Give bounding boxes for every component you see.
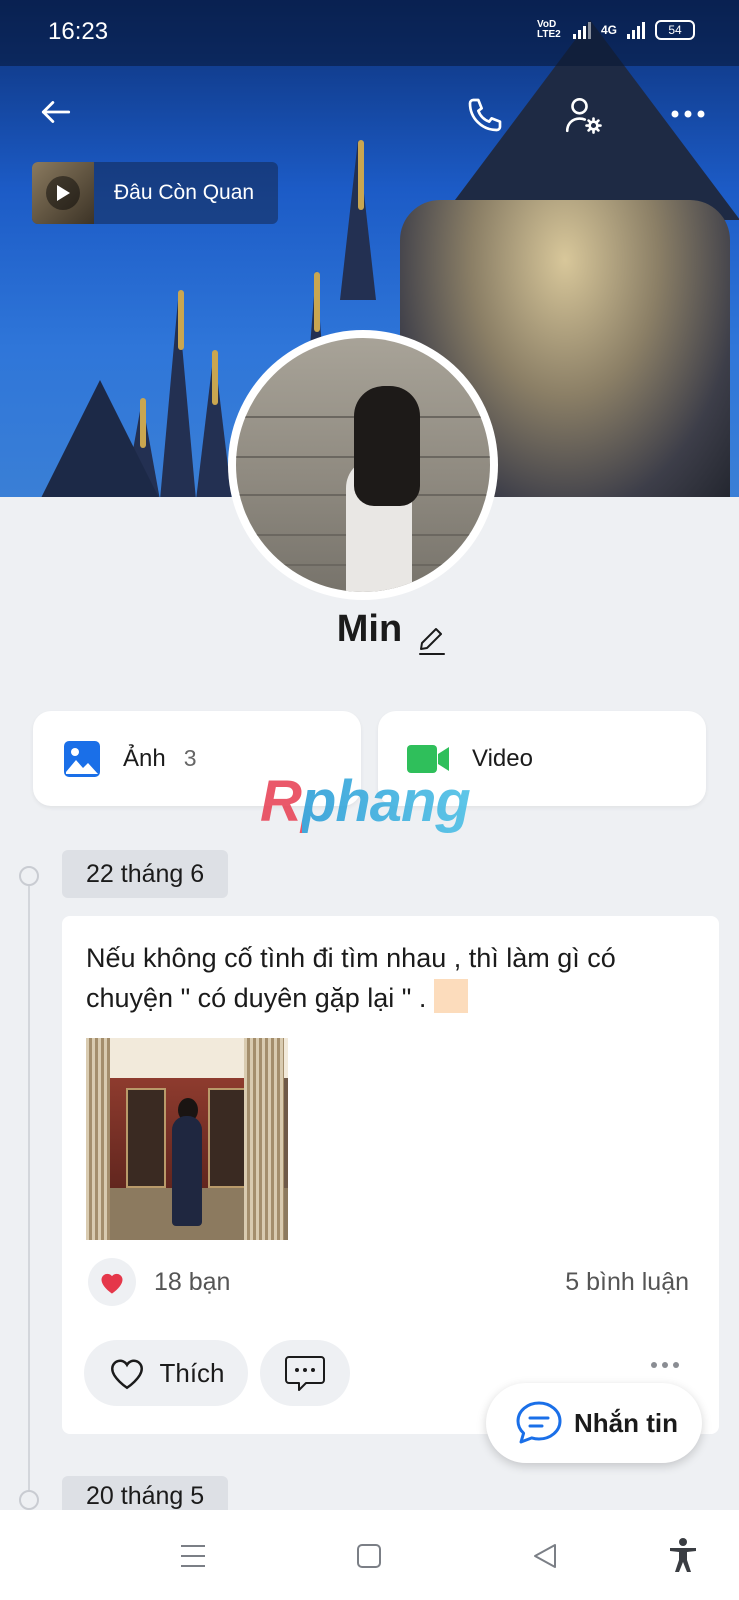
system-nav-bar — [0, 1510, 739, 1600]
spire-light — [314, 272, 320, 332]
play-icon — [46, 176, 80, 210]
spire-light — [358, 140, 364, 210]
post-text-content: Nếu không cố tình đi tìm nhau , thì làm … — [86, 943, 616, 1013]
post-text: Nếu không cố tình đi tìm nhau , thì làm … — [86, 938, 686, 1018]
home-button[interactable] — [346, 1536, 392, 1576]
post-options-button[interactable] — [651, 1362, 679, 1368]
signal-icon — [572, 21, 591, 39]
timeline-dot — [19, 866, 39, 886]
like-count[interactable]: 18 bạn — [154, 1268, 230, 1297]
reaction-badge[interactable] — [88, 1258, 136, 1306]
accessibility-button[interactable] — [660, 1532, 706, 1578]
comment-bubble-icon — [285, 1356, 325, 1391]
timeline-dot — [19, 1490, 39, 1510]
heart-filled-icon — [101, 1273, 123, 1294]
back-button[interactable] — [34, 90, 78, 134]
photo-elevator-door — [208, 1088, 248, 1188]
emoji-placeholder-icon — [433, 979, 468, 1013]
phone-icon — [468, 98, 502, 132]
volte-label: VoD LTE2 — [536, 19, 561, 40]
send-message-label: Nhắn tin — [574, 1407, 678, 1438]
edit-name-button[interactable] — [418, 626, 446, 661]
photos-count: 3 — [183, 745, 197, 771]
status-time: 16:23 — [48, 18, 109, 45]
battery-level: 54 — [668, 23, 682, 37]
network-label: 4G — [600, 23, 617, 37]
status-bar: 16:23 VoD LTE2 4G 54 — [0, 0, 739, 66]
status-icons: VoD LTE2 4G 54 — [537, 20, 695, 40]
comment-count[interactable]: 5 bình luận — [565, 1268, 689, 1297]
profile-settings-button[interactable] — [560, 92, 606, 138]
battery-icon: 54 — [655, 20, 695, 40]
photo-person — [172, 1116, 202, 1226]
comment-button[interactable] — [260, 1340, 350, 1406]
send-message-button[interactable]: Nhắn tin — [486, 1383, 702, 1463]
profile-music[interactable]: Đâu Còn Quan — [32, 162, 278, 224]
like-button[interactable]: Thích — [84, 1340, 248, 1406]
heart-outline-icon — [111, 1359, 144, 1390]
profile-name: Min — [336, 608, 403, 650]
music-thumbnail — [32, 162, 94, 224]
timeline-line — [28, 876, 30, 1496]
spire-light — [178, 290, 184, 350]
square-icon — [357, 1544, 381, 1568]
music-title: Đâu Còn Quan — [114, 181, 255, 204]
call-button[interactable] — [462, 92, 508, 138]
date-chip: 22 tháng 6 — [62, 850, 229, 898]
avatar[interactable] — [236, 338, 490, 592]
menu-icon — [181, 1545, 205, 1567]
like-button-label: Thích — [159, 1357, 225, 1388]
avatar-figure-hair — [354, 386, 420, 506]
pencil-icon — [419, 628, 445, 655]
post-card[interactable]: Nếu không cố tình đi tìm nhau , thì làm … — [62, 916, 719, 1434]
recent-apps-button[interactable] — [170, 1536, 216, 1576]
castle-roof-left — [40, 380, 160, 497]
more-horizontal-icon — [671, 110, 705, 118]
signal-icon-2 — [627, 21, 645, 39]
post-photo[interactable] — [86, 1038, 288, 1240]
photos-label: Ảnh — [123, 744, 166, 772]
photo-pillar — [86, 1038, 110, 1240]
chat-icon — [516, 1401, 562, 1444]
triangle-back-icon — [534, 1544, 556, 1568]
spire-light — [212, 350, 218, 405]
back-nav-button[interactable] — [522, 1536, 568, 1576]
more-button[interactable] — [666, 98, 710, 130]
arrow-left-icon — [41, 101, 71, 123]
accessibility-icon — [670, 1538, 696, 1572]
watermark-logo: Rphang — [260, 769, 471, 834]
image-icon — [64, 740, 100, 777]
user-settings-icon — [565, 97, 602, 134]
photo-elevator-door — [126, 1088, 166, 1188]
photo-pillar — [244, 1038, 284, 1240]
videos-label: Video — [472, 744, 533, 772]
